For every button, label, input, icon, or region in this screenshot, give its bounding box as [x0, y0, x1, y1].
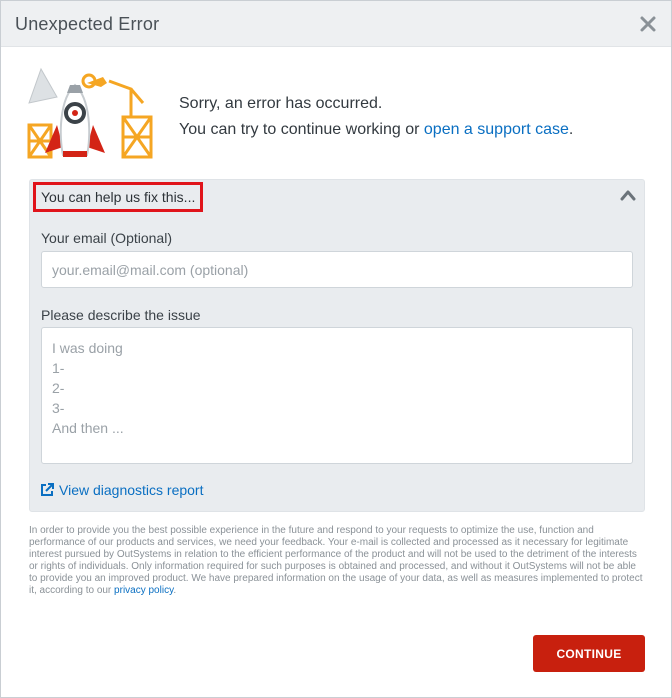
error-message-line2-prefix: You can try to continue working or	[179, 121, 424, 138]
issue-description-field[interactable]	[41, 327, 633, 464]
error-message-line2-suffix: .	[568, 121, 574, 138]
chevron-up-icon[interactable]	[620, 188, 636, 201]
privacy-policy-link[interactable]: privacy policy	[114, 585, 173, 596]
privacy-notice: In order to provide you the best possibl…	[29, 525, 645, 597]
privacy-notice-suffix: .	[173, 585, 177, 596]
error-message-line1: Sorry, an error has occurred.	[179, 95, 383, 112]
error-dialog: Unexpected Error Sorry, an error has occ…	[0, 0, 672, 698]
continue-button[interactable]: CONTINUE	[533, 635, 645, 672]
feedback-panel-header[interactable]: You can help us fix this...	[33, 182, 204, 212]
issue-label: Please describe the issue	[41, 307, 201, 323]
external-link-icon	[41, 483, 54, 496]
dialog-title: Unexpected Error	[15, 14, 160, 34]
error-message-line2: You can try to continue working or open …	[179, 117, 573, 143]
feedback-panel: You can help us fix this... Your email (…	[29, 179, 645, 512]
open-support-case-link[interactable]: open a support case	[424, 121, 569, 138]
email-label: Your email (Optional)	[41, 230, 172, 246]
view-diagnostics-label: View diagnostics report	[59, 482, 204, 498]
error-message: Sorry, an error has occurred. You can tr…	[179, 91, 573, 143]
view-diagnostics-link[interactable]: View diagnostics report	[40, 482, 203, 498]
rocket-construction-illustration	[27, 67, 155, 161]
dialog-titlebar: Unexpected Error	[1, 1, 671, 47]
close-icon[interactable]	[637, 13, 659, 35]
email-field[interactable]	[41, 251, 633, 288]
